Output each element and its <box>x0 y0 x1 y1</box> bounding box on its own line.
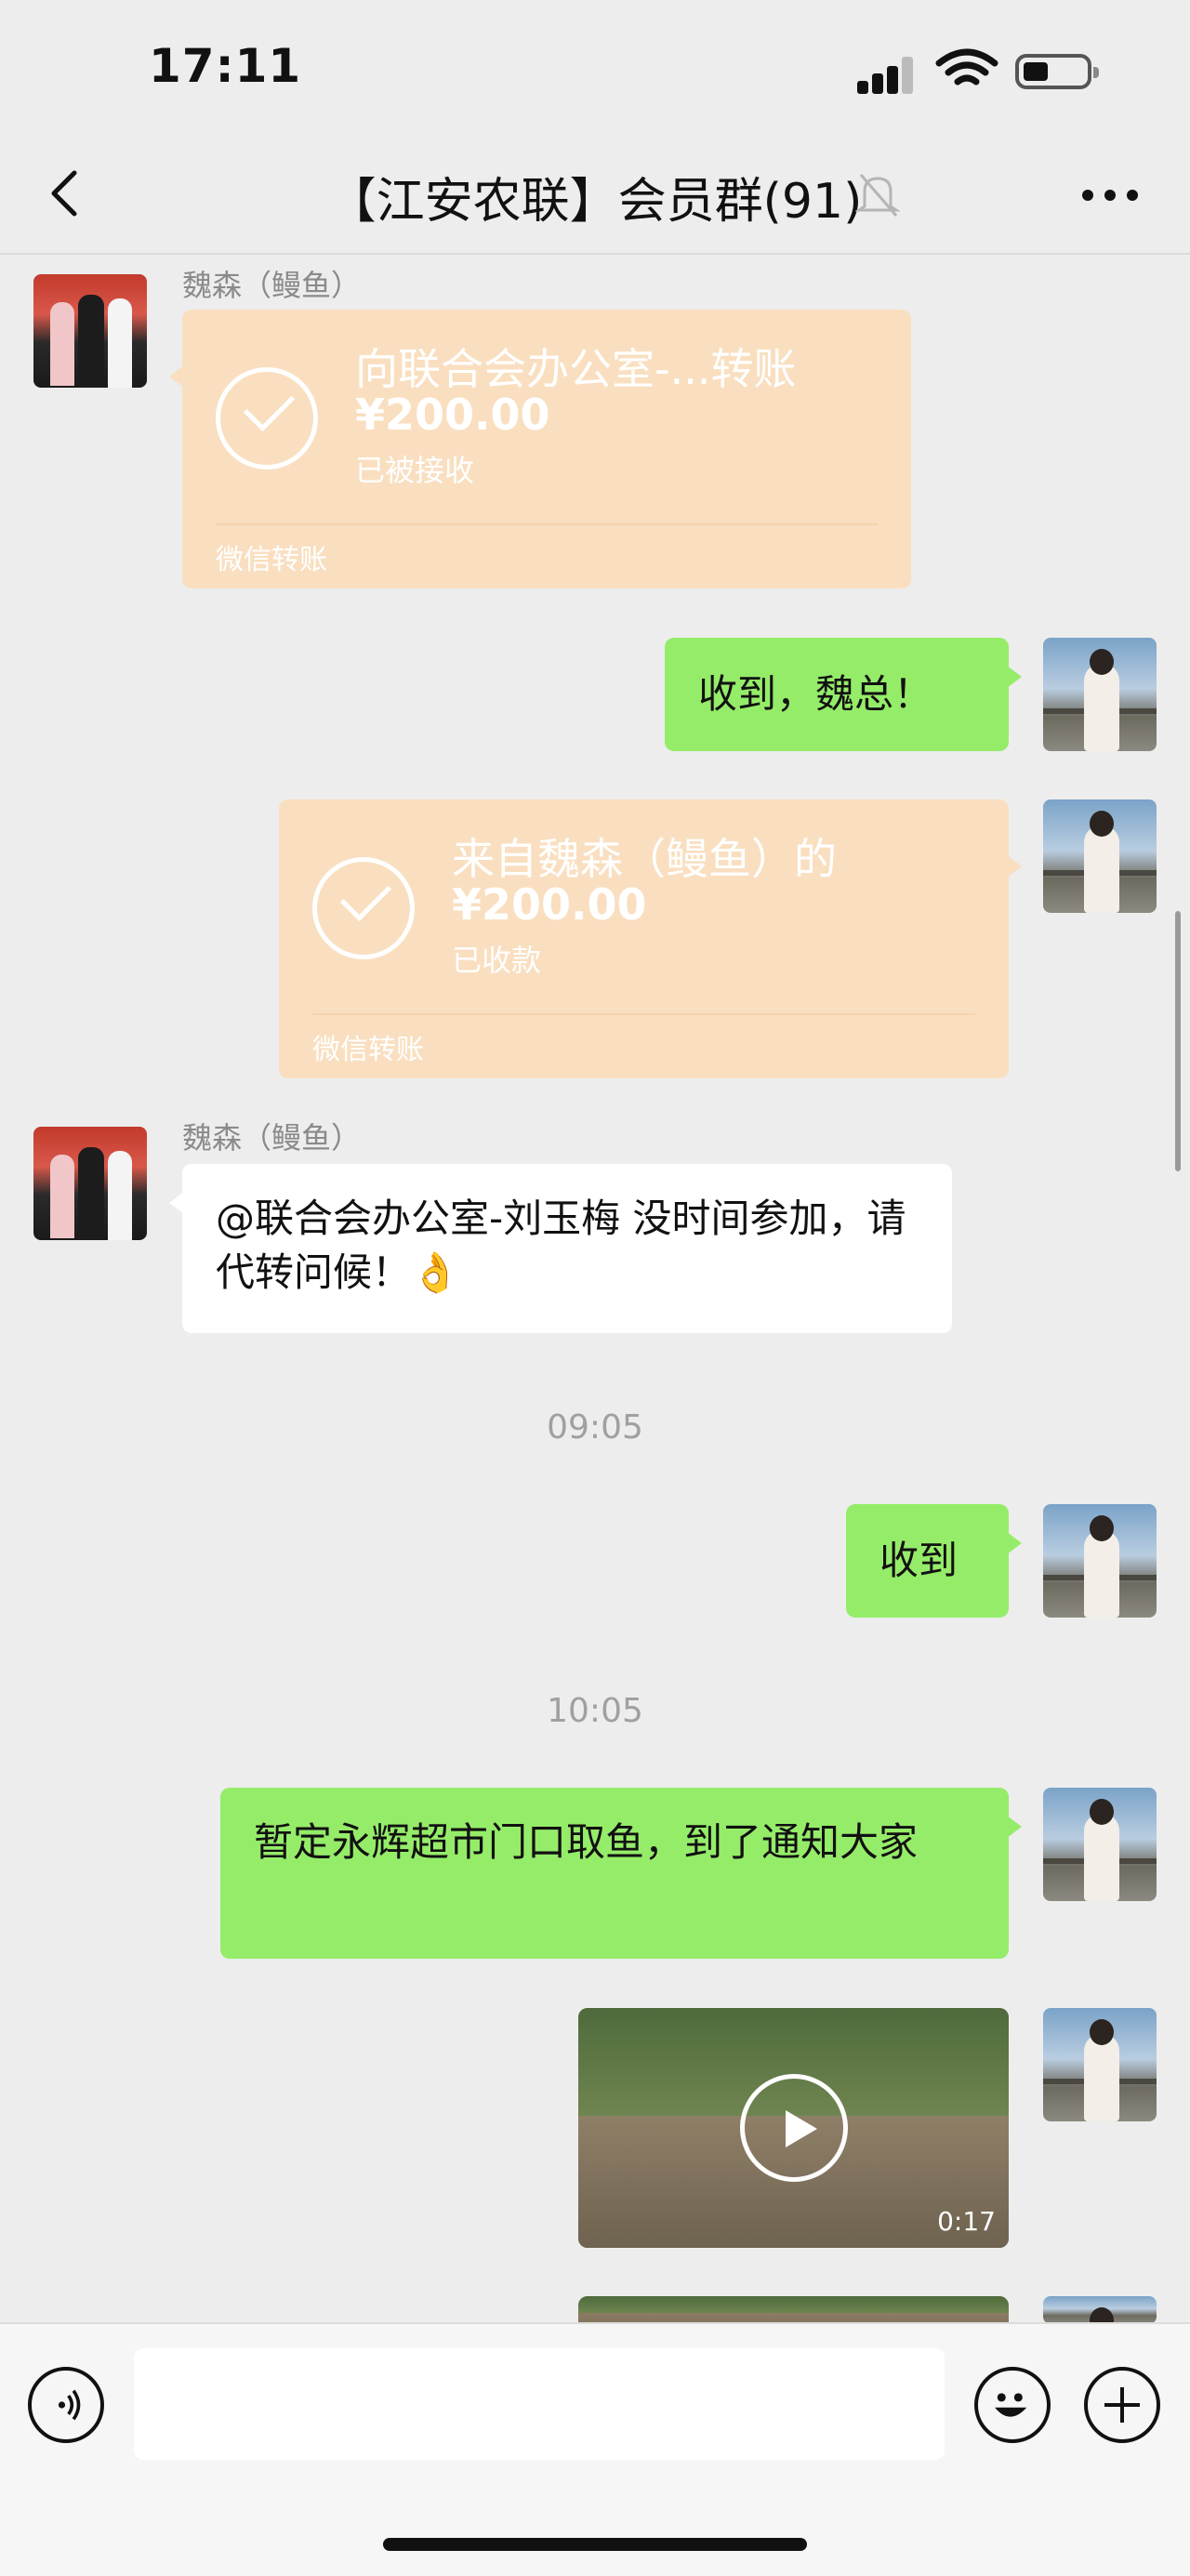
avatar[interactable] <box>33 274 147 388</box>
signal-icon <box>857 51 922 94</box>
status-time: 17:11 <box>149 39 302 93</box>
message-bubble[interactable]: 收到 <box>846 1504 1022 1618</box>
avatar[interactable] <box>1043 1788 1157 1901</box>
transfer-footer: 微信转账 <box>216 544 327 576</box>
scrollbar[interactable] <box>1175 911 1181 1171</box>
play-icon[interactable] <box>739 2074 848 2182</box>
input-bar <box>0 2322 1190 2576</box>
avatar[interactable] <box>1043 799 1157 913</box>
emoji-icon[interactable] <box>974 2367 1051 2443</box>
time-divider: 10:05 <box>547 1692 643 1730</box>
transfer-footer: 微信转账 <box>312 1034 424 1066</box>
transfer-status: 已被接收 <box>355 453 475 488</box>
transfer-title: 向联合会办公室-...转账 <box>355 344 797 394</box>
home-indicator <box>383 2538 807 2551</box>
mute-bell-icon <box>855 174 900 217</box>
transfer-title: 来自魏森（鳗鱼）的 <box>452 834 837 884</box>
check-circle-icon <box>312 857 415 959</box>
transfer-card[interactable]: 向联合会办公室-...转账 ¥200.00 已被接收 微信转账 <box>169 310 911 588</box>
voice-icon[interactable] <box>28 2367 104 2443</box>
transfer-status: 已收款 <box>452 943 542 978</box>
message-input[interactable] <box>134 2348 945 2460</box>
video-message[interactable]: 0:17 <box>578 2008 1009 2248</box>
wifi-icon <box>935 48 998 86</box>
chat-header: 【江安农联】会员群(91) <box>0 139 1190 255</box>
chat-title: 【江安农联】会员群(91) <box>327 174 863 230</box>
status-bar: 17:11 <box>0 0 1190 139</box>
transfer-amount: ¥200.00 <box>355 390 550 440</box>
more-options-icon[interactable] <box>1082 186 1138 205</box>
message-bubble[interactable]: @联合会办公室-刘玉梅 没时间参加，请代转问候！👌 <box>169 1164 952 1333</box>
plus-icon[interactable] <box>1084 2367 1160 2443</box>
avatar[interactable] <box>1043 638 1157 751</box>
divider <box>312 1013 975 1015</box>
avatar[interactable] <box>33 1127 147 1240</box>
avatar[interactable] <box>1043 2296 1157 2324</box>
check-circle-icon <box>216 367 318 469</box>
avatar[interactable] <box>1043 2008 1157 2121</box>
divider <box>216 523 878 525</box>
time-divider: 09:05 <box>547 1408 643 1447</box>
avatar[interactable] <box>1043 1504 1157 1618</box>
sender-name: 魏森（鳗鱼） <box>182 1120 362 1156</box>
transfer-amount: ¥200.00 <box>452 879 647 930</box>
video-duration: 0:17 <box>937 2206 996 2237</box>
transfer-card[interactable]: 来自魏森（鳗鱼）的 ¥200.00 已收款 微信转账 <box>279 799 1022 1078</box>
sender-name: 魏森（鳗鱼） <box>182 268 362 303</box>
battery-icon <box>1015 54 1099 89</box>
message-bubble[interactable]: 暂定永辉超市门口取鱼，到了通知大家 <box>220 1788 1022 1959</box>
message-bubble[interactable]: 收到，魏总！ <box>665 638 1022 751</box>
